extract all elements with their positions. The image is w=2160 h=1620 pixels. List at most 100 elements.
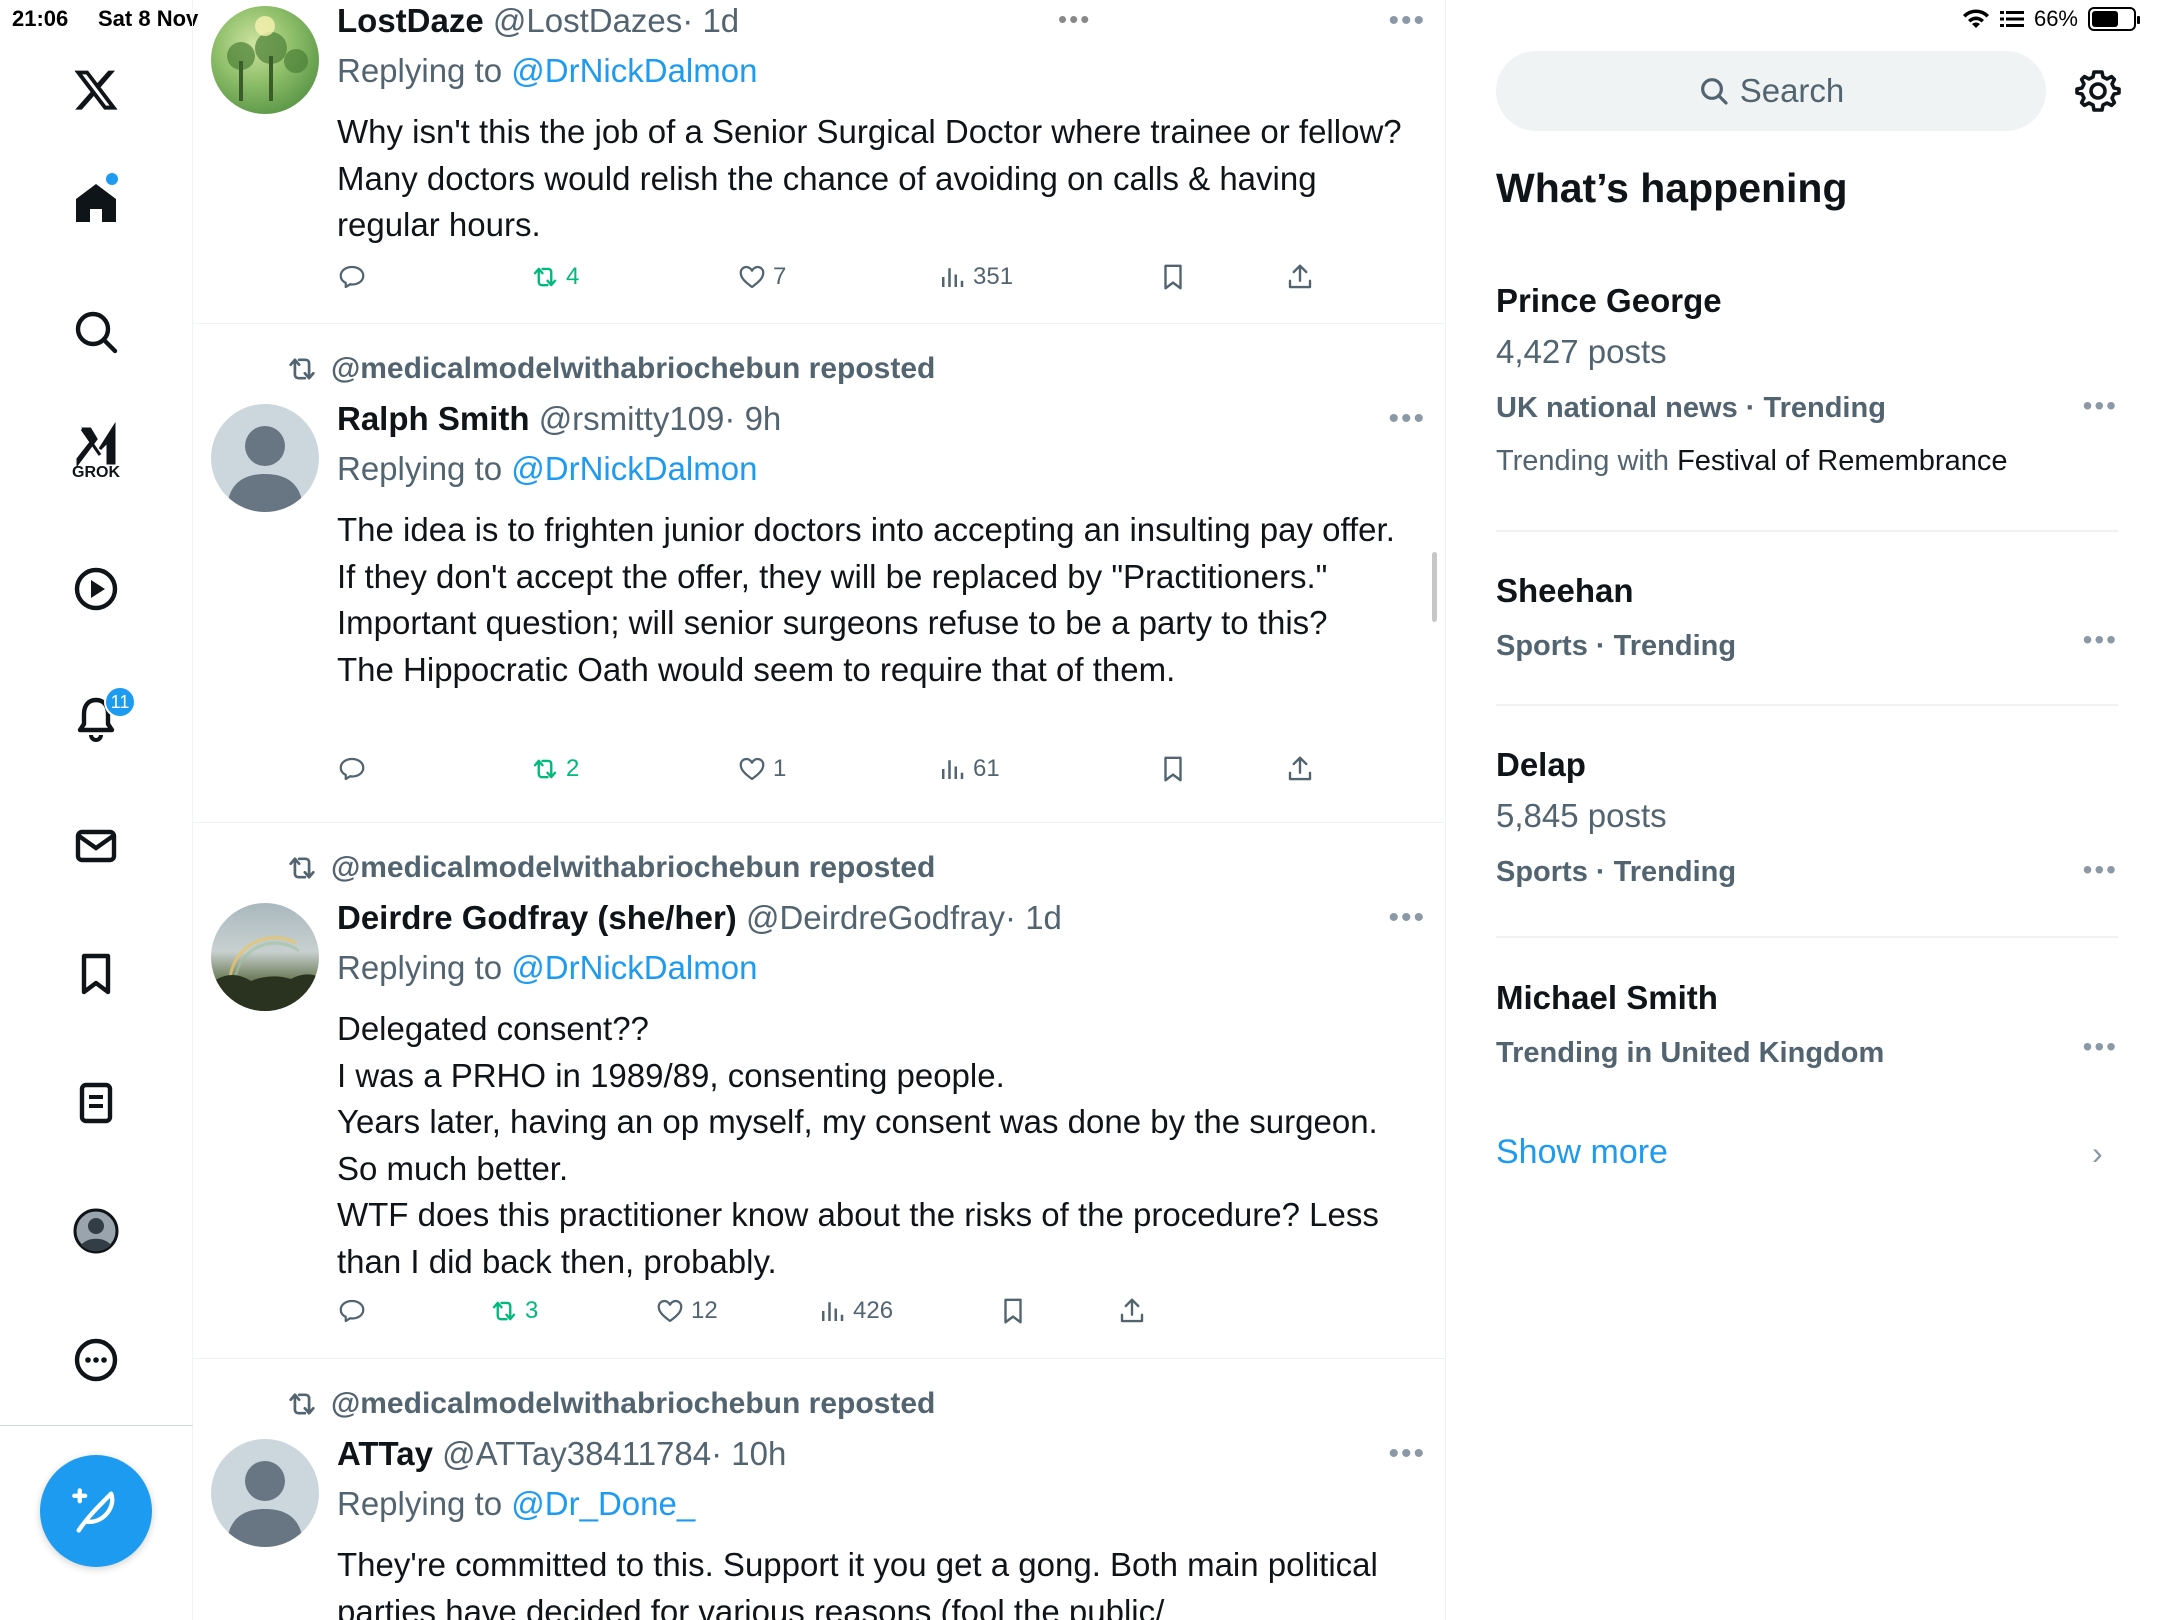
like-button[interactable]: 1 bbox=[737, 754, 786, 784]
nav-notifications[interactable]: 11 bbox=[60, 682, 136, 754]
share-button[interactable] bbox=[1117, 1296, 1147, 1326]
like-button[interactable]: 12 bbox=[655, 1296, 718, 1326]
trend-more-icon[interactable]: ••• bbox=[2083, 1031, 2118, 1063]
nav-grok[interactable]: GROK bbox=[60, 418, 132, 490]
nav-home[interactable] bbox=[60, 167, 132, 239]
author-name[interactable]: ATTay bbox=[337, 1435, 433, 1472]
nav-video[interactable] bbox=[60, 553, 132, 625]
nav-bookmarks[interactable] bbox=[60, 938, 132, 1010]
author-handle[interactable]: @DeirdreGodfray bbox=[746, 899, 1005, 936]
views-button[interactable]: 426 bbox=[817, 1296, 893, 1326]
mention-link[interactable]: @DrNickDalmon bbox=[511, 450, 757, 487]
tweet[interactable]: @medicalmodelwithabriochebun reposted Ra… bbox=[193, 324, 1446, 823]
views-button[interactable]: 351 bbox=[937, 262, 1013, 292]
trend-item[interactable]: Delap 5,845 posts Sports · Trending ••• bbox=[1496, 742, 2118, 900]
share-button[interactable] bbox=[1285, 262, 1315, 292]
repost-button[interactable]: 3 bbox=[489, 1296, 538, 1326]
trend-post-count: 5,845 posts bbox=[1496, 797, 1667, 834]
tweet-text-line: I was a PRHO in 1989/89, consenting peop… bbox=[337, 1056, 1005, 1094]
trend-divider bbox=[1496, 704, 2118, 706]
chevron-right-icon[interactable]: › bbox=[2092, 1135, 2103, 1172]
mail-icon bbox=[75, 829, 117, 863]
trend-item[interactable]: Prince George 4,427 posts UK national ne… bbox=[1496, 278, 2118, 486]
more-options-icon[interactable]: ••• bbox=[1388, 4, 1426, 38]
repost-count: 2 bbox=[566, 755, 580, 782]
nav-lists[interactable] bbox=[60, 1067, 132, 1139]
reply-button[interactable] bbox=[337, 262, 373, 292]
nav-explore[interactable] bbox=[60, 296, 132, 368]
avatar[interactable] bbox=[211, 903, 319, 1011]
repost-button[interactable]: 2 bbox=[530, 754, 579, 784]
more-options-icon[interactable]: ••• bbox=[1388, 402, 1426, 436]
avatar[interactable] bbox=[211, 6, 319, 114]
repost-icon bbox=[492, 1301, 516, 1321]
author-handle[interactable]: @ATTay38411784 bbox=[442, 1435, 711, 1472]
bookmark-button[interactable] bbox=[998, 1296, 1028, 1326]
nav-profile[interactable] bbox=[60, 1195, 132, 1267]
author-name[interactable]: Deirdre Godfray (she/her) bbox=[337, 899, 737, 936]
replying-prefix: Replying to bbox=[337, 949, 512, 986]
views-chart-icon bbox=[942, 760, 964, 779]
repost-count: 4 bbox=[566, 263, 580, 290]
repost-button[interactable]: 4 bbox=[530, 262, 579, 292]
nav-messages[interactable] bbox=[60, 810, 132, 882]
reply-button[interactable] bbox=[337, 1296, 373, 1326]
more-options-icon[interactable]: ••• bbox=[1388, 901, 1426, 935]
whats-happening-title: What’s happening bbox=[1496, 165, 1848, 211]
nav-more[interactable] bbox=[60, 1324, 132, 1396]
mention-link[interactable]: @DrNickDalmon bbox=[511, 52, 757, 89]
notifications-badge: 11 bbox=[104, 686, 136, 718]
x-logo-icon[interactable] bbox=[60, 54, 132, 126]
views-button[interactable]: 61 bbox=[937, 754, 1000, 784]
compose-feather-icon bbox=[72, 1488, 115, 1533]
replying-to: Replying to @Dr_Done_ bbox=[337, 1485, 695, 1523]
more-options-icon[interactable]: ••• bbox=[1388, 1437, 1426, 1471]
trend-more-icon[interactable]: ••• bbox=[2083, 854, 2118, 886]
compose-post-button[interactable] bbox=[40, 1455, 152, 1567]
bookmark-button[interactable] bbox=[1158, 754, 1188, 784]
replying-to: Replying to @DrNickDalmon bbox=[337, 450, 757, 488]
repost-by[interactable]: @medicalmodelwithabriochebun reposted bbox=[331, 851, 935, 885]
share-icon bbox=[1120, 1298, 1144, 1323]
author-handle[interactable]: @rsmitty109 bbox=[539, 400, 725, 437]
show-more-link[interactable]: Show more bbox=[1496, 1133, 1668, 1172]
repost-by[interactable]: @medicalmodelwithabriochebun reposted bbox=[331, 1387, 935, 1421]
trend-more-icon[interactable]: ••• bbox=[2083, 624, 2118, 656]
trend-item[interactable]: Michael Smith Trending in United Kingdom… bbox=[1496, 975, 2118, 1085]
like-button[interactable]: 7 bbox=[737, 262, 786, 292]
tweet[interactable]: @medicalmodelwithabriochebun reposted AT… bbox=[193, 1359, 1446, 1620]
share-icon bbox=[1288, 756, 1312, 781]
tweet-text: The idea is to frighten junior doctors i… bbox=[337, 507, 1427, 693]
tweet[interactable]: LostDaze @LostDazes· 1d ••• Replying to … bbox=[193, 0, 1446, 324]
left-nav: GROK 11 bbox=[0, 0, 193, 1620]
reply-button[interactable] bbox=[337, 754, 373, 784]
author-handle[interactable]: @LostDazes bbox=[493, 2, 682, 39]
mention-link[interactable]: @DrNickDalmon bbox=[511, 949, 757, 986]
search-input[interactable]: Search bbox=[1496, 51, 2046, 131]
trend-item[interactable]: Sheehan Sports · Trending ••• bbox=[1496, 568, 2118, 678]
avatar[interactable] bbox=[211, 404, 319, 512]
post-time: · 1d bbox=[682, 2, 740, 39]
tweet-text-line: The idea is to frighten junior doctors i… bbox=[337, 511, 1395, 548]
reply-icon bbox=[339, 757, 365, 781]
heart-icon bbox=[739, 265, 765, 289]
feed-scrollbar[interactable] bbox=[1432, 552, 1437, 622]
bookmark-icon bbox=[1004, 1298, 1022, 1324]
tweet-text-line: Years later, having an op myself, my con… bbox=[337, 1103, 1378, 1140]
mention-link[interactable]: @Dr_Done_ bbox=[511, 1485, 695, 1522]
settings-gear-icon[interactable] bbox=[2074, 67, 2122, 115]
author-name[interactable]: Ralph Smith bbox=[337, 400, 530, 437]
tweet[interactable]: @medicalmodelwithabriochebun reposted De… bbox=[193, 823, 1446, 1359]
tweet-text-line: Important question; will senior surgeons… bbox=[337, 604, 1328, 641]
avatar[interactable] bbox=[211, 1439, 319, 1547]
repost-by[interactable]: @medicalmodelwithabriochebun reposted bbox=[331, 352, 935, 386]
nav-divider bbox=[0, 1425, 193, 1426]
repost-context: @medicalmodelwithabriochebun reposted bbox=[285, 851, 935, 885]
trend-more-icon[interactable]: ••• bbox=[2083, 390, 2118, 422]
trend-with-topic[interactable]: Festival of Remembrance bbox=[1677, 445, 2007, 477]
search-icon bbox=[1700, 78, 1728, 105]
timeline-feed[interactable]: LostDaze @LostDazes· 1d ••• Replying to … bbox=[193, 0, 1446, 1620]
author-name[interactable]: LostDaze bbox=[337, 2, 484, 39]
share-button[interactable] bbox=[1285, 754, 1315, 784]
bookmark-button[interactable] bbox=[1158, 262, 1188, 292]
